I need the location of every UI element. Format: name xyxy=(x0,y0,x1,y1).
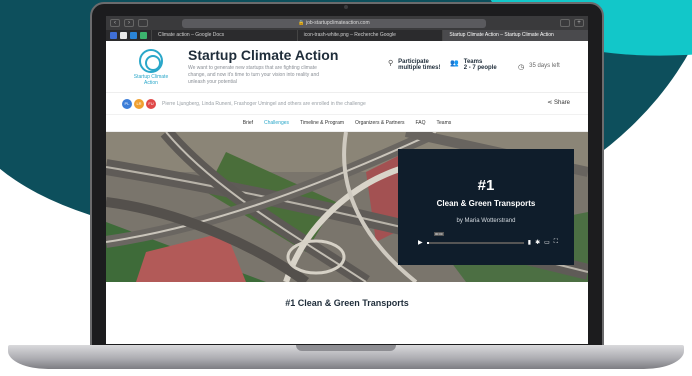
days-left: 35 days left xyxy=(529,63,560,69)
scene: ‹ › 🔒 job-startupclimateaction.com + Cli… xyxy=(0,0,692,376)
challenge-author: by Maria Wotterstrand xyxy=(456,218,516,224)
challenge-nav: Brief Challenges Timeline & Program Orga… xyxy=(106,115,588,132)
location-pin-icon: ⚲ xyxy=(388,60,394,67)
browser-tab-active[interactable]: Startup Climate Action – Startup Climate… xyxy=(442,30,588,41)
avatar[interactable]: LR xyxy=(134,98,144,109)
challenge-title: Clean & Green Transports xyxy=(436,199,536,208)
share-label: Share xyxy=(553,100,570,106)
laptop-notch xyxy=(296,345,396,351)
video-card[interactable]: #1 Clean & Green Transports by Maria Wot… xyxy=(398,149,574,265)
pinned-tab-icon[interactable] xyxy=(130,32,137,39)
nav-item-brief[interactable]: Brief xyxy=(243,120,253,126)
browser-tabs: Climate action – Google Docs icon-trash-… xyxy=(106,30,588,41)
participants-text: Pierre Ljungberg, Linda Runeni, Frashoge… xyxy=(162,100,366,107)
clock-icon: ◷ xyxy=(518,64,525,71)
nav-item-challenges[interactable]: Challenges xyxy=(264,120,289,126)
browser-toolbar: ‹ › 🔒 job-startupclimateaction.com + xyxy=(106,16,588,30)
new-tab-icon[interactable]: + xyxy=(574,19,584,27)
video-controls: ▶ ▮ ✱ ▭ ⛶ xyxy=(418,238,558,247)
teams-info: 👥 Teams 2 - 7 people xyxy=(450,59,497,71)
hero-banner: #1 Clean & Green Transports by Maria Wot… xyxy=(106,132,588,282)
participate-sub: multiple times! xyxy=(398,65,441,71)
participants-row: PL LR FU Pierre Ljungberg, Linda Runeni,… xyxy=(106,93,588,115)
nav-item-organizers[interactable]: Organizers & Partners xyxy=(355,120,404,126)
page-title: Startup Climate Action xyxy=(188,47,339,63)
forward-icon[interactable]: › xyxy=(124,19,134,27)
settings-icon[interactable]: ✱ xyxy=(535,239,540,246)
play-icon[interactable]: ▶ xyxy=(418,239,423,246)
browser-tab[interactable]: Climate action – Google Docs xyxy=(151,30,297,41)
share-icon[interactable] xyxy=(560,19,570,27)
airplay-icon[interactable]: ▭ xyxy=(544,239,550,246)
video-progress-fill xyxy=(426,241,429,244)
fullscreen-icon[interactable]: ⛶ xyxy=(554,239,558,246)
pinned-tab-icon[interactable] xyxy=(140,32,147,39)
pinned-tabs xyxy=(106,30,151,41)
share-button[interactable]: ⋖ Share xyxy=(547,99,570,106)
teams-sub: 2 - 7 people xyxy=(463,65,497,71)
challenge-number: #1 xyxy=(477,177,495,194)
logo-icon xyxy=(139,49,163,73)
pinned-tab-icon[interactable] xyxy=(120,32,127,39)
avatar[interactable]: FU xyxy=(146,98,156,109)
page-description: We want to generate new startups that ar… xyxy=(188,65,320,85)
video-time: 00:00 xyxy=(434,232,444,236)
laptop-screen: ‹ › 🔒 job-startupclimateaction.com + Cli… xyxy=(106,16,588,344)
sidebar-icon[interactable] xyxy=(138,19,148,27)
share-icon: ⋖ xyxy=(547,100,554,106)
logo[interactable]: Startup Climate Action xyxy=(128,49,174,86)
nav-item-teams[interactable]: Teams xyxy=(437,120,452,126)
volume-icon[interactable]: ▮ xyxy=(528,239,531,246)
browser-tab[interactable]: icon-trash-white.png – Recherche Google xyxy=(296,30,443,41)
nav-item-faq[interactable]: FAQ xyxy=(416,120,426,126)
address-bar[interactable]: 🔒 job-startupclimateaction.com xyxy=(182,18,486,28)
video-progress-bar[interactable] xyxy=(426,241,524,244)
people-icon: 👥 xyxy=(450,60,459,67)
camera-icon xyxy=(344,5,348,9)
logo-text: Startup Climate Action xyxy=(133,74,169,86)
page-header: Startup Climate Action Startup Climate A… xyxy=(106,41,588,93)
section-title: #1 Clean & Green Transports xyxy=(285,298,409,308)
back-icon[interactable]: ‹ xyxy=(110,19,120,27)
deadline-info: ◷ 35 days left xyxy=(518,63,560,71)
avatar[interactable]: PL xyxy=(122,98,132,109)
pinned-tab-icon[interactable] xyxy=(110,32,117,39)
nav-item-timeline[interactable]: Timeline & Program xyxy=(300,120,344,126)
participate-info: ⚲ Participate multiple times! xyxy=(388,59,440,71)
